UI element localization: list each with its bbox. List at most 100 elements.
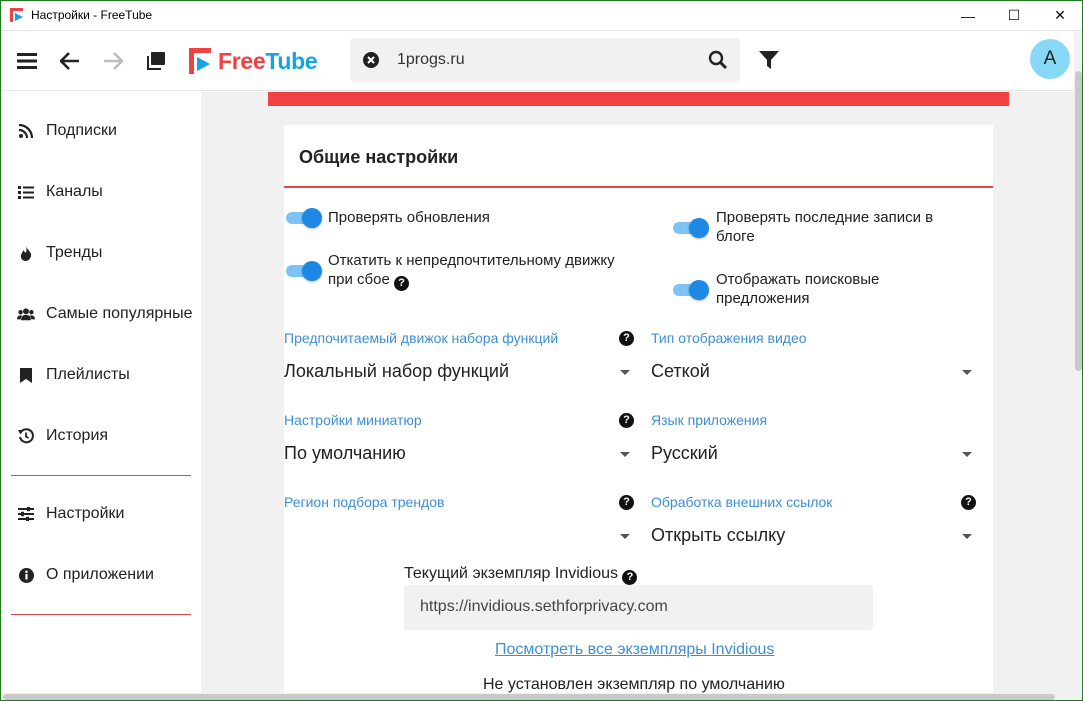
- invidious-instance-label: Текущий экземпляр Invidious ?: [404, 565, 638, 585]
- sidebar-item-label: О приложении: [46, 566, 154, 583]
- search-suggestions-toggle[interactable]: [673, 280, 709, 300]
- search-box[interactable]: 1progs.ru: [350, 38, 740, 82]
- check-updates-label: Проверять обновления: [328, 209, 490, 226]
- search-input[interactable]: 1progs.ru: [397, 51, 465, 69]
- view-all-instances-link[interactable]: Посмотреть все экземпляры Invidious: [495, 641, 774, 659]
- clear-search-icon[interactable]: [362, 51, 380, 69]
- chevron-down-icon[interactable]: [620, 370, 630, 375]
- menu-icon[interactable]: [15, 49, 39, 73]
- minimize-button[interactable]: —: [945, 0, 991, 31]
- rss-icon: [17, 122, 35, 140]
- chevron-down-icon[interactable]: [620, 452, 630, 457]
- fire-icon: [17, 244, 35, 262]
- section-title: Общие настройки: [299, 147, 459, 167]
- video-view-select-label: Тип отображения видео: [651, 330, 807, 346]
- invidious-instance-label-text: Текущий экземпляр Invidious: [404, 565, 618, 582]
- help-icon[interactable]: ?: [619, 495, 634, 510]
- fallback-label-line1: Откатить к непредпочтительному движку: [328, 252, 615, 269]
- check-blog-toggle[interactable]: [673, 218, 709, 238]
- sidebar-item-label: История: [46, 427, 109, 444]
- sidebar-item-trending[interactable]: Тренды: [0, 233, 201, 273]
- back-arrow-icon[interactable]: [58, 49, 82, 73]
- chevron-down-icon[interactable]: [962, 370, 972, 375]
- sidebar-item-channels[interactable]: Каналы: [0, 172, 201, 212]
- check-blog-label-line1: Проверять последние записи в: [716, 209, 934, 226]
- sidebar-item-history[interactable]: История: [0, 416, 201, 456]
- sidebar: Подписки Каналы Тренды Самые популярные …: [0, 92, 201, 701]
- sidebar-item-label: Самые популярные: [46, 305, 193, 322]
- chevron-down-icon[interactable]: [620, 534, 630, 539]
- search-suggestions-label-line2: предложения: [716, 290, 810, 307]
- freetube-logo[interactable]: FreeTube: [188, 46, 318, 76]
- invidious-instance-input[interactable]: https://invidious.sethforprivacy.com: [404, 585, 873, 630]
- external-links-select[interactable]: Открыть ссылку: [651, 525, 785, 546]
- freetube-app-icon: [9, 7, 25, 23]
- backend-select-label: Предпочитаемый движок набора функций: [284, 330, 559, 346]
- new-window-icon[interactable]: [144, 49, 168, 73]
- sidebar-item-popular[interactable]: Самые популярные: [0, 294, 201, 334]
- help-icon[interactable]: ?: [961, 495, 976, 510]
- backend-select[interactable]: Локальный набор функций: [284, 361, 509, 382]
- sidebar-item-about[interactable]: О приложении: [0, 555, 201, 595]
- help-icon[interactable]: ?: [619, 413, 634, 428]
- scrollbar-thumb[interactable]: [1075, 71, 1082, 371]
- vertical-scrollbar[interactable]: [1074, 31, 1083, 701]
- general-settings-card: Общие настройки Проверять обновления Про…: [284, 125, 993, 693]
- search-suggestions-label-line1: Отображать поисковые: [716, 271, 880, 288]
- horizontal-scrollbar[interactable]: [0, 693, 1074, 701]
- window-titlebar: Настройки - FreeTube — ☐ ✕: [0, 0, 1083, 31]
- fallback-label: Откатить к непредпочтительному движку пр…: [328, 251, 615, 291]
- sidebar-divider: [11, 614, 191, 615]
- filter-icon[interactable]: [758, 49, 780, 76]
- fallback-label-line2: при сбое: [328, 271, 390, 288]
- logo-free-text: Free: [218, 47, 266, 74]
- logo-tube-text: Tube: [265, 47, 318, 74]
- check-blog-label: Проверять последние записи в блоге: [716, 208, 933, 246]
- sliders-icon: [17, 505, 35, 523]
- sidebar-item-settings[interactable]: Настройки: [0, 494, 201, 534]
- external-links-select-label: Обработка внешних ссылок: [651, 494, 833, 510]
- history-icon: [17, 427, 35, 445]
- help-icon[interactable]: ?: [622, 570, 638, 585]
- top-navigation: FreeTube 1progs.ru A: [0, 31, 1083, 91]
- invidious-instance-value[interactable]: https://invidious.sethforprivacy.com: [420, 598, 668, 616]
- sidebar-divider: [11, 475, 191, 476]
- sidebar-item-label: Тренды: [46, 244, 103, 261]
- chevron-down-icon[interactable]: [962, 534, 972, 539]
- forward-arrow-icon[interactable]: [101, 49, 125, 73]
- close-window-button[interactable]: ✕: [1037, 0, 1083, 31]
- sidebar-item-subscriptions[interactable]: Подписки: [0, 111, 201, 151]
- fallback-toggle[interactable]: [286, 261, 322, 281]
- trend-region-select-label: Регион подбора трендов: [284, 494, 445, 510]
- bookmark-icon: [17, 366, 35, 384]
- sidebar-item-playlists[interactable]: Плейлисты: [0, 355, 201, 395]
- list-icon: [17, 183, 35, 201]
- thumbnails-select-label: Настройки миниатюр: [284, 412, 422, 428]
- section-divider: [284, 186, 993, 188]
- freetube-logo-icon: [189, 48, 211, 74]
- language-select-label: Язык приложения: [651, 412, 768, 428]
- users-icon: [17, 305, 35, 323]
- check-updates-toggle[interactable]: [286, 208, 322, 228]
- video-view-select[interactable]: Сеткой: [651, 361, 710, 382]
- window-title: Настройки - FreeTube: [31, 8, 153, 22]
- chevron-down-icon[interactable]: [962, 452, 972, 457]
- scrollbar-thumb[interactable]: [3, 694, 1055, 700]
- sidebar-item-label: Подписки: [46, 122, 117, 139]
- sidebar-item-label: Плейлисты: [46, 366, 130, 383]
- settings-main: Общие настройки Проверять обновления Про…: [201, 92, 1074, 693]
- default-instance-note: Не установлен экземпляр по умолчанию: [483, 676, 785, 693]
- thumbnails-select[interactable]: По умолчанию: [284, 443, 406, 464]
- profile-avatar[interactable]: A: [1030, 39, 1070, 79]
- maximize-button[interactable]: ☐: [991, 0, 1037, 31]
- search-icon[interactable]: [708, 50, 728, 70]
- section-accent-bar: [268, 92, 1009, 106]
- check-blog-label-line2: блоге: [716, 228, 755, 245]
- help-icon[interactable]: ?: [619, 331, 634, 346]
- sidebar-item-label: Настройки: [46, 505, 125, 522]
- sidebar-item-label: Каналы: [46, 183, 103, 200]
- help-icon[interactable]: ?: [393, 276, 409, 291]
- language-select[interactable]: Русский: [651, 443, 718, 464]
- search-suggestions-label: Отображать поисковые предложения: [716, 270, 879, 308]
- info-icon: [17, 566, 35, 584]
